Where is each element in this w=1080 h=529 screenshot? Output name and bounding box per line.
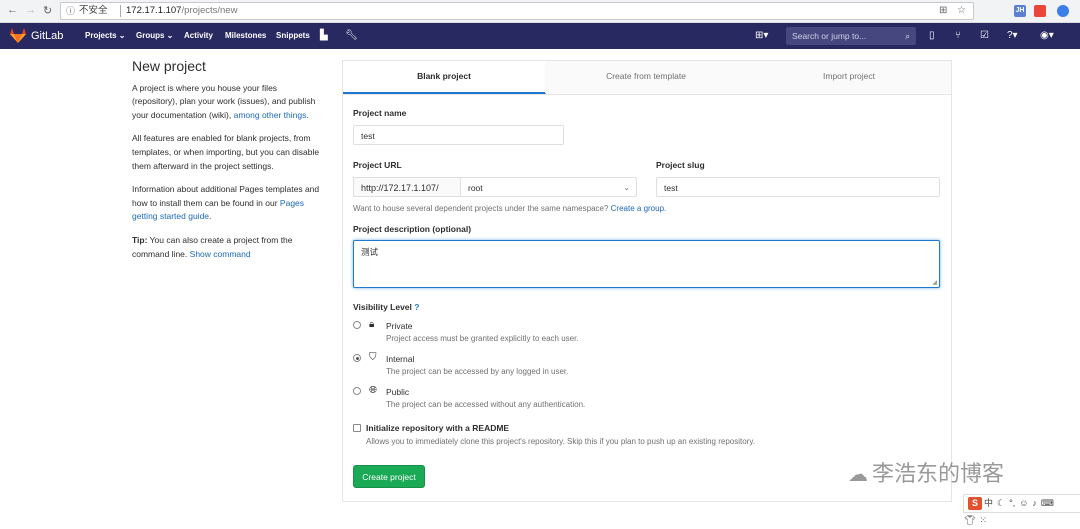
intro-paragraph-1: A project is where you house your files … — [132, 82, 320, 123]
forward-icon[interactable]: → — [25, 4, 36, 16]
visibility-private-desc: Project access must be granted explicitl… — [386, 334, 579, 343]
todos-icon[interactable]: ☑ — [980, 30, 989, 41]
visibility-public-title: Public — [386, 387, 410, 397]
wechat-icon: ☁︎ — [848, 462, 868, 486]
chevron-down-icon: ⌄ — [623, 183, 630, 192]
back-icon[interactable]: ← — [7, 4, 18, 16]
intro-paragraph-3: Information about additional Pages templ… — [132, 183, 320, 224]
intro-tip: Tip: You can also create a project from … — [132, 234, 320, 261]
url-text: 172.17.1.107/projects/new — [126, 3, 237, 19]
gitlab-navbar: GitLab Projects ⌄ Groups ⌄ Activity Mile… — [0, 23, 1080, 49]
extension-blue-icon[interactable] — [1057, 5, 1069, 17]
browser-toolbar: ← → ↻ ⓘ 不安全 172.17.1.107/projects/new ⊞ … — [0, 0, 1080, 23]
search-icon: ⌕ — [905, 31, 910, 41]
namespace-value: root — [468, 183, 483, 193]
project-slug-input[interactable]: test — [656, 177, 940, 197]
question-circle-icon[interactable]: ? — [414, 302, 419, 312]
lock-icon: 🔒︎ — [369, 319, 375, 330]
search-input[interactable]: Search or jump to... ⌕ — [786, 27, 916, 45]
avatar[interactable]: ◉▾ — [1040, 30, 1054, 41]
visibility-internal-desc: The project can be accessed by any logge… — [386, 367, 569, 376]
project-slug-label: Project slug — [656, 160, 705, 170]
url-host: 172.17.1.107 — [126, 5, 182, 16]
url-separator — [120, 5, 121, 17]
visibility-private-title: Private — [386, 321, 413, 331]
group-help-text: Want to house several dependent projects… — [353, 204, 666, 213]
group-help: Want to house several dependent projects… — [353, 204, 609, 213]
url-path: /projects/new — [181, 5, 238, 16]
sogou-logo: S — [968, 497, 982, 510]
readme-label: Initialize repository with a README — [366, 423, 510, 433]
info-icon[interactable]: ⓘ — [66, 3, 75, 19]
nav-projects[interactable]: Projects ⌄ — [85, 31, 126, 40]
punct-icon[interactable]: °, — [1009, 498, 1015, 508]
intro-paragraph-2: All features are enabled for blank proje… — [132, 133, 320, 171]
intro-column: New project A project is where you house… — [132, 58, 320, 271]
readme-checkbox[interactable] — [353, 424, 361, 432]
keyboard-icon[interactable]: ⌨ — [1041, 498, 1054, 508]
search-placeholder: Search or jump to... — [792, 31, 867, 41]
watermark: ☁︎ 李浩东的博客 — [848, 456, 1004, 488]
visibility-internal-title: Internal — [386, 354, 415, 364]
intro-p3-end: . — [209, 211, 212, 222]
plus-dropdown-icon[interactable]: ⊞▾ — [755, 30, 768, 41]
project-tabs: Blank project Create from template Impor… — [343, 61, 951, 95]
tab-blank-project[interactable]: Blank project — [343, 61, 546, 94]
project-url-label: Project URL — [353, 160, 402, 170]
ime-toolbar: S 中 ☾ °, ☺ ♪ ⌨ 👕︎ ⁙ — [963, 494, 1080, 525]
grid-icon[interactable]: ⁙ — [979, 515, 987, 525]
page-title: New project — [132, 58, 206, 74]
url-prefix: http://172.17.1.107/ — [353, 177, 461, 197]
extension-jh-icon[interactable]: JH — [1014, 5, 1026, 17]
insecure-label: 不安全 — [79, 5, 108, 16]
visibility-private-radio[interactable] — [353, 321, 361, 329]
gitlab-logo-icon[interactable] — [10, 28, 26, 43]
translate-icon[interactable]: ⊞ — [939, 3, 947, 19]
among-other-things-link[interactable]: among other things — [234, 110, 307, 120]
emoji-icon[interactable]: ☺ — [1019, 498, 1028, 508]
tab-create-from-template[interactable]: Create from template — [545, 61, 748, 93]
shield-icon: ⛉ — [369, 352, 377, 363]
show-command-link[interactable]: Show command — [190, 249, 251, 259]
visibility-level-label: Visibility Level ? — [353, 302, 419, 312]
bookmark-star-icon[interactable]: ☆ — [957, 3, 966, 19]
visibility-public-desc: The project can be accessed without any … — [386, 400, 586, 409]
skin-icon[interactable]: 👕︎ — [964, 515, 975, 525]
help-icon[interactable]: ?▾ — [1007, 30, 1018, 41]
gitlab-brand[interactable]: GitLab — [31, 30, 63, 42]
project-name-label: Project name — [353, 108, 407, 118]
visibility-internal-radio[interactable] — [353, 354, 361, 362]
tip-label: Tip: — [132, 234, 148, 245]
nav-snippets[interactable]: Snippets — [276, 31, 310, 40]
extension-color-icon[interactable] — [1034, 5, 1046, 17]
resize-grip-icon[interactable]: ◢ — [932, 279, 937, 286]
moon-icon[interactable]: ☾ — [997, 498, 1005, 508]
description-value: 测试 — [361, 247, 379, 257]
project-description-label: Project description (optional) — [353, 224, 472, 234]
ime-lang[interactable]: 中 — [984, 498, 993, 508]
tab-import-project[interactable]: Import project — [747, 61, 951, 93]
create-project-button[interactable]: Create project — [353, 465, 425, 488]
reload-icon[interactable]: ↻ — [43, 4, 52, 17]
merge-requests-icon[interactable]: ⑂ — [955, 30, 961, 41]
globe-icon: 🌐︎ — [369, 385, 377, 396]
wrench-icon[interactable]: 🔧︎ — [345, 30, 358, 41]
chart-icon[interactable]: ▙ — [320, 30, 328, 41]
namespace-select[interactable]: root ⌄ — [460, 177, 637, 197]
visibility-public-radio[interactable] — [353, 387, 361, 395]
address-bar[interactable]: ⓘ 不安全 172.17.1.107/projects/new ⊞ ☆ — [60, 2, 974, 20]
mic-icon[interactable]: ♪ — [1032, 498, 1037, 508]
watermark-text: 李浩东的博客 — [872, 462, 1005, 487]
visibility-label-text: Visibility Level — [353, 302, 412, 312]
project-description-textarea[interactable]: 测试 ◢ — [353, 240, 940, 288]
readme-desc: Allows you to immediately clone this pro… — [366, 437, 755, 446]
create-group-link[interactable]: Create a group. — [611, 204, 667, 213]
nav-milestones[interactable]: Milestones — [225, 31, 266, 40]
issues-icon[interactable]: ▯ — [929, 30, 935, 41]
project-name-input[interactable]: test — [353, 125, 564, 145]
intro-p1-end: . — [306, 109, 309, 120]
nav-activity[interactable]: Activity — [184, 31, 213, 40]
nav-groups[interactable]: Groups ⌄ — [136, 31, 173, 40]
